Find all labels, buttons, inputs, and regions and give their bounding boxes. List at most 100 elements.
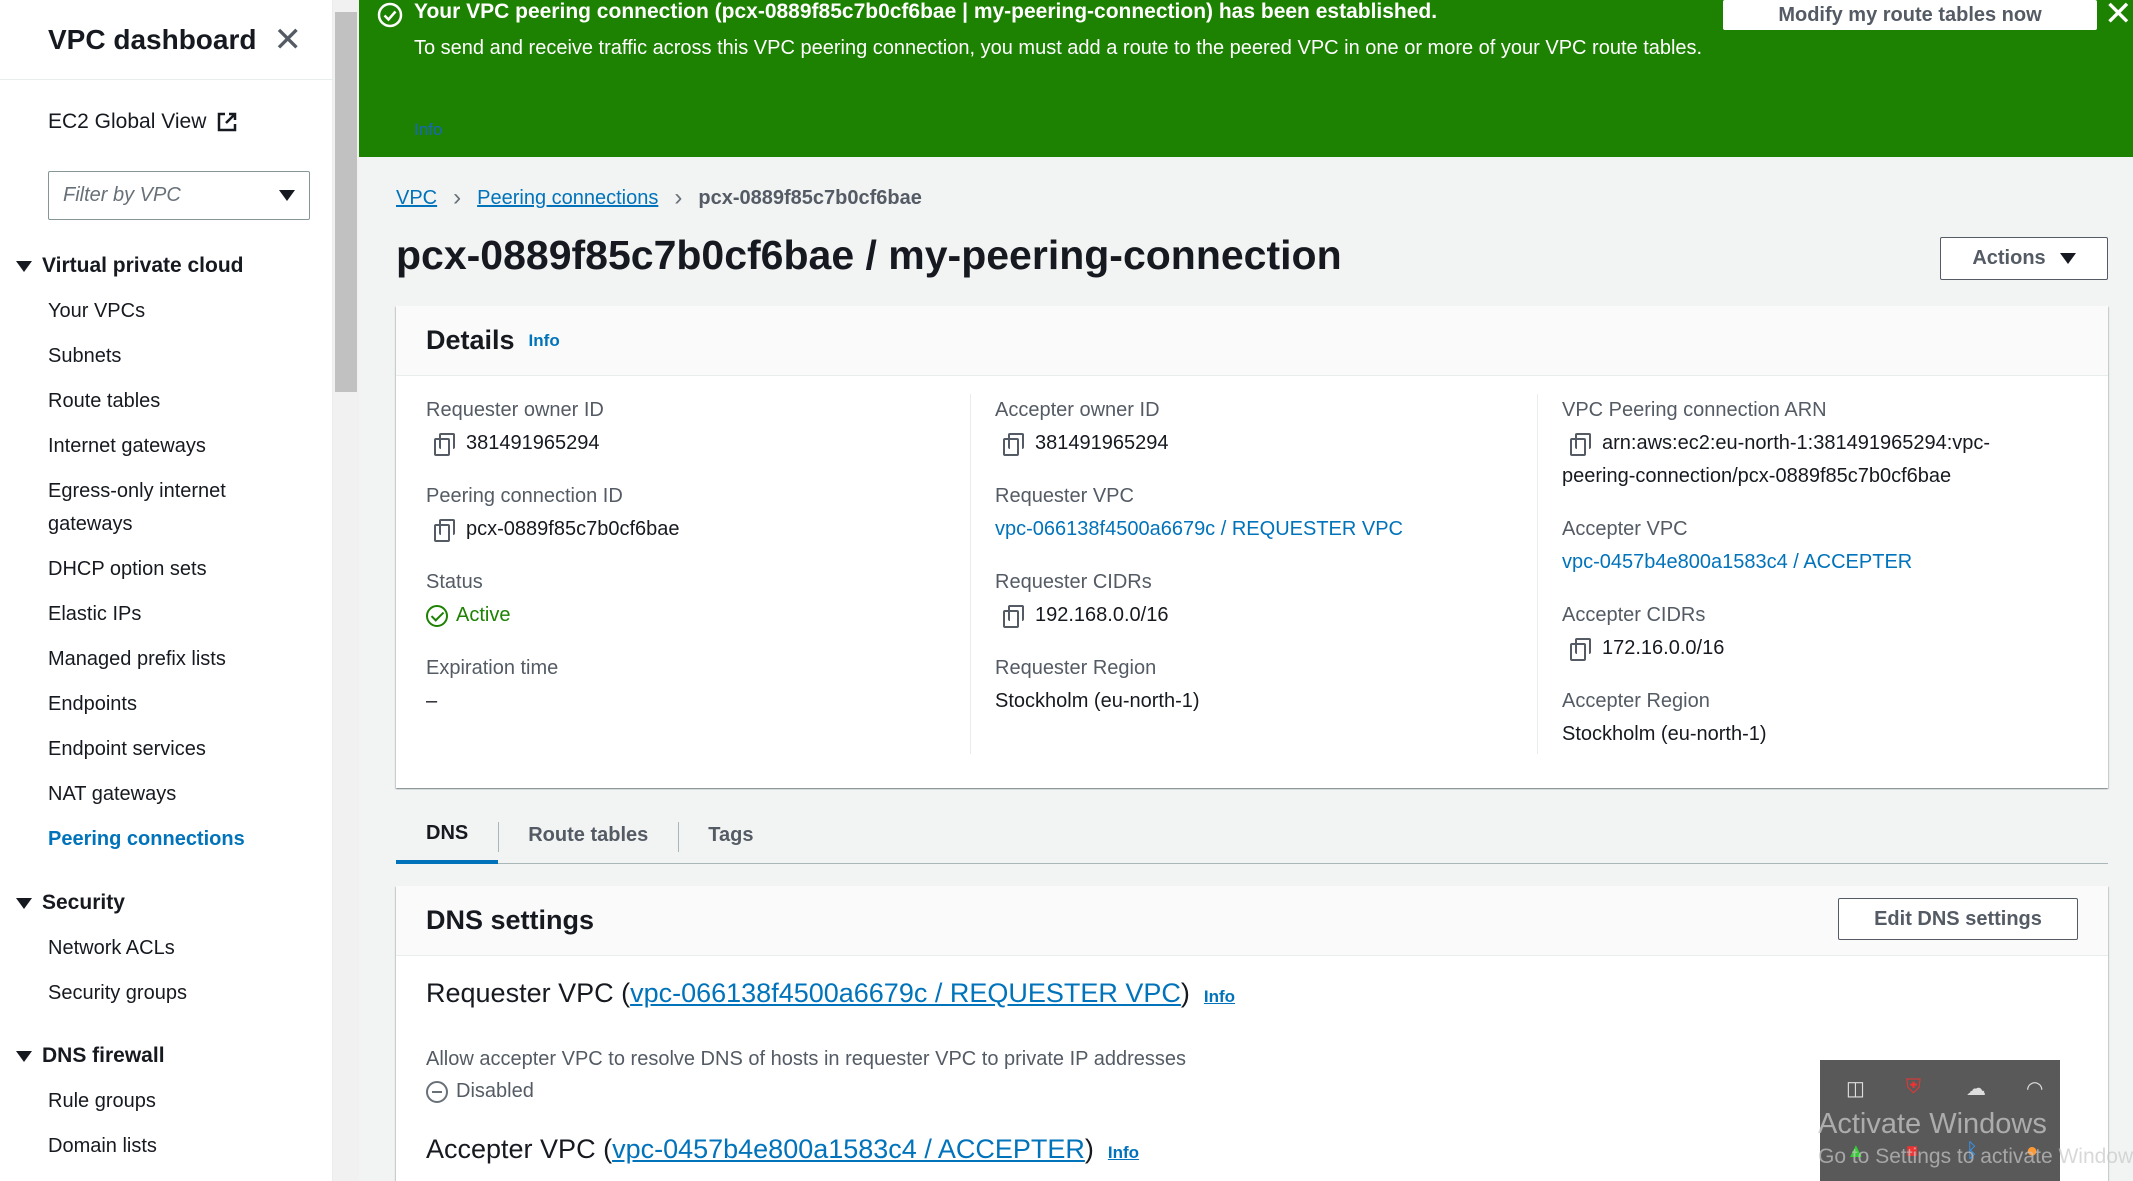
- sidebar-item-dhcp-option-sets[interactable]: DHCP option sets: [48, 553, 207, 586]
- vpc-filter-select[interactable]: Filter by VPC: [48, 171, 310, 220]
- vpc-filter-placeholder: Filter by VPC: [63, 184, 181, 206]
- wifi-icon[interactable]: ◠: [2026, 1076, 2043, 1101]
- sidebar-item-security-groups[interactable]: Security groups: [48, 977, 187, 1010]
- sidebar-item-subnets[interactable]: Subnets: [48, 340, 121, 373]
- sidebar-item-route-tables[interactable]: Route tables: [48, 385, 160, 418]
- sidebar-item-internet-gateways[interactable]: Internet gateways: [48, 430, 206, 463]
- caret-down-icon: [2059, 253, 2076, 264]
- copy-icon[interactable]: [1570, 433, 1591, 456]
- copy-icon[interactable]: [1570, 638, 1591, 661]
- requester-vpc-label: Requester VPC: [995, 485, 1134, 507]
- details-info-link[interactable]: Info: [529, 331, 560, 351]
- accepter-cidrs-value: 172.16.0.0/16: [1602, 637, 1725, 659]
- tab-route-tables[interactable]: Route tables: [498, 808, 678, 864]
- dns-requester-vpc-link[interactable]: vpc-066138f4500a6679c / REQUESTER VPC: [630, 978, 1181, 1008]
- sidebar-item-managed-prefix-lists[interactable]: Managed prefix lists: [48, 643, 226, 676]
- sidebar-item-network-acls[interactable]: Network ACLs: [48, 932, 175, 965]
- status-value: Active: [456, 604, 511, 626]
- section-label: Virtual private cloud: [42, 254, 244, 277]
- sidebar-item-domain-lists[interactable]: Domain lists: [48, 1130, 157, 1163]
- requester-region-value: Stockholm (eu-north-1): [995, 690, 1200, 712]
- dns-allow-value: Disabled: [426, 1080, 534, 1103]
- sidebar-item-endpoint-services[interactable]: Endpoint services: [48, 733, 206, 766]
- sidebar-item-nat-gateways[interactable]: NAT gateways: [48, 778, 176, 811]
- external-link-icon: [218, 112, 237, 132]
- dns-accepter-heading: Accepter VPC (vpc-0457b4e800a1583c4 / AC…: [426, 1134, 1139, 1165]
- sidebar-item-egress-only-line1[interactable]: Egress-only internet: [48, 475, 226, 508]
- dns-accepter-vpc-link[interactable]: vpc-0457b4e800a1583c4 / ACCEPTER: [612, 1134, 1085, 1164]
- breadcrumb-vpc[interactable]: VPC: [396, 187, 437, 210]
- sidebar-item-rule-groups[interactable]: Rule groups: [48, 1085, 156, 1118]
- dns-title: DNS settings: [426, 905, 595, 935]
- accepter-owner-value: 381491965294: [1035, 432, 1169, 454]
- accepter-region-value: Stockholm (eu-north-1): [1562, 723, 1767, 745]
- sidebar-item-your-vpcs[interactable]: Your VPCs: [48, 295, 145, 328]
- chevron-right-icon: ›: [453, 184, 462, 211]
- sidebar-item-elastic-ips[interactable]: Elastic IPs: [48, 598, 141, 631]
- details-column-2: Accepter owner ID 381491965294 Requester…: [970, 394, 1537, 754]
- sidebar-section-vpc[interactable]: Virtual private cloud: [16, 254, 244, 278]
- scrollbar-thumb[interactable]: [335, 12, 357, 392]
- status-success-icon: [426, 604, 448, 627]
- caret-down-icon: [16, 260, 32, 272]
- actions-button[interactable]: Actions: [1940, 237, 2108, 280]
- flash-message: To send and receive traffic across this …: [414, 37, 1703, 59]
- requester-vpc-link[interactable]: vpc-066138f4500a6679c / REQUESTER VPC: [995, 513, 1403, 546]
- sidebar-item-endpoints[interactable]: Endpoints: [48, 688, 137, 721]
- requester-cidrs-label: Requester CIDRs: [995, 571, 1152, 593]
- accepter-cidrs-label: Accepter CIDRs: [1562, 604, 1706, 626]
- actions-label: Actions: [1972, 247, 2046, 269]
- detail-tabs: DNS Route tables Tags: [396, 808, 2108, 864]
- tab-dns[interactable]: DNS: [396, 808, 499, 864]
- dns-requester-suffix: ): [1180, 978, 1190, 1008]
- shield-icon[interactable]: ⛨: [1906, 1076, 1921, 1099]
- arn-label: VPC Peering connection ARN: [1562, 399, 1827, 421]
- details-header: Details Info: [396, 306, 2108, 376]
- copy-icon[interactable]: [434, 519, 455, 542]
- copy-icon[interactable]: [1003, 433, 1024, 456]
- sidebar-item-ec2-global-view[interactable]: EC2 Global View: [48, 110, 238, 134]
- peering-id-label: Peering connection ID: [426, 485, 623, 507]
- expiration-value: –: [426, 690, 438, 712]
- breadcrumb-peering-connections[interactable]: Peering connections: [477, 187, 658, 210]
- sidebar-item-peering-connections[interactable]: Peering connections: [48, 823, 245, 856]
- accepter-vpc-label: Accepter VPC: [1562, 518, 1688, 540]
- requester-region-label: Requester Region: [995, 657, 1157, 679]
- flash-info-link[interactable]: Info: [414, 120, 442, 140]
- accepter-owner-label: Accepter owner ID: [995, 399, 1160, 421]
- tab-tags[interactable]: Tags: [678, 808, 783, 864]
- sidebar: VPC dashboard ✕ EC2 Global View Filter b…: [0, 0, 333, 1181]
- details-column-3: VPC Peering connection ARN arn:aws:ec2:e…: [1537, 394, 2077, 754]
- close-icon[interactable]: ✕: [2104, 0, 2133, 34]
- sidebar-section-security[interactable]: Security: [16, 891, 125, 915]
- dns-requester-prefix: Requester VPC (: [426, 978, 631, 1008]
- copy-icon[interactable]: [434, 433, 455, 456]
- accepter-region-label: Accepter Region: [1562, 690, 1710, 712]
- accepter-vpc-link[interactable]: vpc-0457b4e800a1583c4 / ACCEPTER: [1562, 546, 1912, 579]
- disabled-icon: [426, 1080, 448, 1103]
- arn-value-line2: peering-connection/pcx-0889f85c7b0cf6bae: [1562, 465, 1952, 487]
- requester-owner-value: 381491965294: [466, 432, 600, 454]
- chevron-right-icon: ›: [674, 184, 683, 211]
- cloud-icon[interactable]: ☁: [1966, 1076, 1986, 1101]
- dns-allow-label: Allow accepter VPC to resolve DNS of hos…: [426, 1048, 1186, 1070]
- dns-accepter-info-link[interactable]: Info: [1108, 1143, 1139, 1163]
- camera-icon[interactable]: ◫: [1846, 1076, 1865, 1101]
- copy-icon[interactable]: [1003, 605, 1024, 628]
- sidebar-section-dns-firewall[interactable]: DNS firewall: [16, 1044, 165, 1068]
- caret-down-icon: [16, 1050, 32, 1062]
- sidebar-title: VPC dashboard: [48, 23, 257, 55]
- dns-requester-info-link[interactable]: Info: [1204, 987, 1235, 1007]
- activation-watermark-sub: Go to Settings to activate Windows.: [1818, 1145, 2133, 1168]
- details-title: Details: [426, 325, 515, 355]
- modify-route-tables-button[interactable]: Modify my route tables now: [1723, 0, 2097, 30]
- caret-down-icon: [16, 897, 32, 909]
- sidebar-scrollbar[interactable]: [333, 0, 359, 1181]
- dns-accepter-suffix: ): [1084, 1134, 1094, 1164]
- dns-accepter-prefix: Accepter VPC (: [426, 1134, 613, 1164]
- edit-dns-settings-button[interactable]: Edit DNS settings: [1838, 898, 2078, 940]
- requester-owner-label: Requester owner ID: [426, 399, 604, 421]
- arn-value-line1: arn:aws:ec2:eu-north-1:381491965294:vpc-: [1602, 432, 1991, 454]
- sidebar-item-egress-only-line2[interactable]: gateways: [48, 508, 133, 541]
- close-icon[interactable]: ✕: [274, 23, 303, 57]
